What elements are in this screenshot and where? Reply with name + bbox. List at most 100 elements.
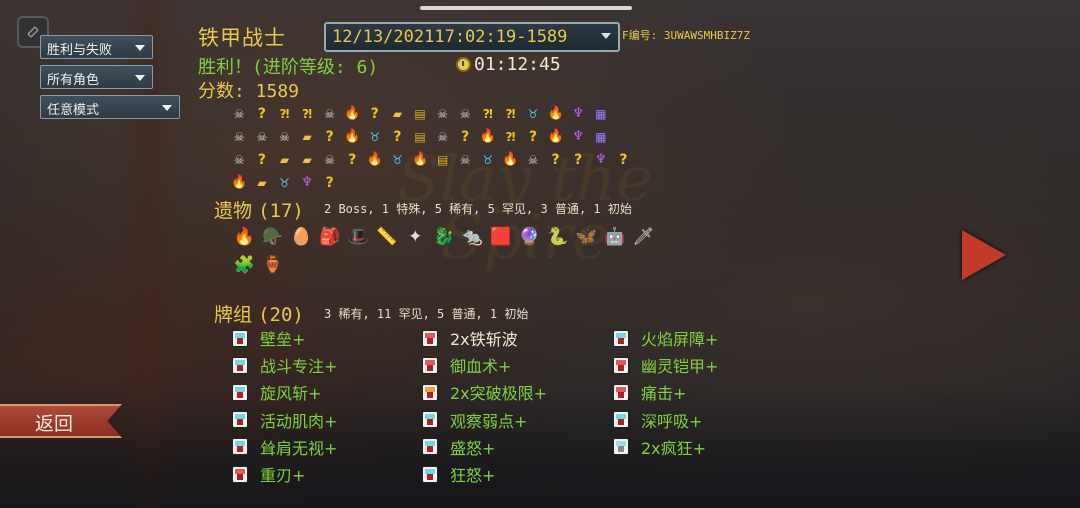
- map-node-boss-icon[interactable]: ♆: [296, 172, 319, 194]
- deck-card[interactable]: 战斗专注+: [232, 353, 337, 377]
- map-node-unknown-monster-icon[interactable]: ⁈: [477, 103, 500, 125]
- map-node-monster-icon[interactable]: ☠: [431, 126, 454, 148]
- map-node-unknown-icon[interactable]: ?: [454, 126, 477, 148]
- relic-icon[interactable]: 🏺: [259, 251, 288, 279]
- relic-icon[interactable]: 🤖: [601, 223, 630, 251]
- map-node-unknown-monster-icon[interactable]: ⁈: [273, 103, 296, 125]
- relic-icon[interactable]: 🔥: [230, 223, 259, 251]
- map-node-elite-icon[interactable]: ♉: [386, 149, 409, 171]
- map-node-unknown-monster-icon[interactable]: ⁈: [499, 103, 522, 125]
- back-button-label[interactable]: 返回: [35, 409, 73, 436]
- map-node-unknown-icon[interactable]: ?: [251, 103, 274, 125]
- map-node-unknown-icon[interactable]: ?: [612, 149, 635, 171]
- relic-icon[interactable]: 🎩: [344, 223, 373, 251]
- next-arrow-icon[interactable]: [962, 230, 1006, 280]
- relic-icon[interactable]: 🗡: [629, 223, 658, 251]
- map-node-elite-icon[interactable]: ♉: [477, 149, 500, 171]
- deck-card[interactable]: 狂怒+: [422, 462, 495, 486]
- map-node-shop-icon[interactable]: ▰: [296, 149, 319, 171]
- map-node-boss-icon[interactable]: ♆: [567, 126, 590, 148]
- map-node-monster-icon[interactable]: ☠: [522, 149, 545, 171]
- map-node-rest-icon[interactable]: 🔥: [341, 103, 364, 125]
- map-node-rest-icon[interactable]: 🔥: [477, 126, 500, 148]
- background-mountains: [0, 388, 1080, 508]
- deck-card[interactable]: 幽灵铠甲+: [613, 353, 718, 377]
- deck-card[interactable]: 活动肌肉+: [232, 408, 337, 432]
- map-node-elite-icon[interactable]: ♉: [522, 103, 545, 125]
- map-node-treasure-icon[interactable]: ▤: [409, 126, 432, 148]
- result-filter-dropdown[interactable]: 胜利与失败: [40, 35, 153, 59]
- map-node-monster-icon[interactable]: ☠: [228, 149, 251, 171]
- deck-card[interactable]: 痛击+: [613, 380, 686, 404]
- map-node-boss-icon[interactable]: ♆: [567, 103, 590, 125]
- deck-card[interactable]: 盛怒+: [422, 435, 495, 459]
- map-node-unknown-icon[interactable]: ?: [544, 149, 567, 171]
- map-node-monster-icon[interactable]: ☠: [454, 103, 477, 125]
- deck-card[interactable]: 深呼吸+: [613, 408, 702, 432]
- map-node-unknown-icon[interactable]: ?: [318, 172, 341, 194]
- map-node-rest-icon[interactable]: 🔥: [544, 103, 567, 125]
- map-node-shop-icon[interactable]: ▰: [296, 126, 319, 148]
- map-node-unknown-icon[interactable]: ?: [364, 103, 387, 125]
- relic-icon[interactable]: 🎒: [316, 223, 345, 251]
- map-node-unknown-monster-icon[interactable]: ⁈: [499, 126, 522, 148]
- map-node-unknown-icon[interactable]: ?: [386, 126, 409, 148]
- relic-icon[interactable]: 🦋: [572, 223, 601, 251]
- relic-icon[interactable]: 🟥: [487, 223, 516, 251]
- map-node-rest-icon[interactable]: 🔥: [499, 149, 522, 171]
- deck-card[interactable]: 观察弱点+: [422, 408, 527, 432]
- deck-card[interactable]: 御血术+: [422, 353, 511, 377]
- mode-filter-dropdown[interactable]: 任意模式: [40, 95, 180, 119]
- map-node-rest-icon[interactable]: 🔥: [364, 149, 387, 171]
- map-node-unknown-monster-icon[interactable]: ⁈: [296, 103, 319, 125]
- map-node-elite-icon[interactable]: ♉: [364, 126, 387, 148]
- map-node-rest-icon[interactable]: 🔥: [544, 126, 567, 148]
- deck-card[interactable]: 2x疯狂+: [613, 435, 706, 459]
- relic-icon[interactable]: 📏: [373, 223, 402, 251]
- relic-icon[interactable]: 🔮: [515, 223, 544, 251]
- map-node-treasure-icon[interactable]: ▤: [431, 149, 454, 171]
- relic-icon[interactable]: 🐀: [458, 223, 487, 251]
- deck-card[interactable]: 火焰屏障+: [613, 326, 718, 350]
- map-node-unknown-icon[interactable]: ?: [522, 126, 545, 148]
- relic-icon[interactable]: ✦: [401, 223, 430, 251]
- map-node-unknown-icon[interactable]: ?: [318, 126, 341, 148]
- map-node-monster-icon[interactable]: ☠: [228, 103, 251, 125]
- map-node-rest-icon[interactable]: 🔥: [409, 149, 432, 171]
- map-node-chest-icon[interactable]: ▦: [590, 103, 613, 125]
- relic-icon[interactable]: 🐍: [544, 223, 573, 251]
- relic-icon[interactable]: 🥚: [287, 223, 316, 251]
- deck-card[interactable]: 旋风斩+: [232, 380, 321, 404]
- relic-icon[interactable]: 🐉: [430, 223, 459, 251]
- map-node-shop-icon[interactable]: ▰: [273, 149, 296, 171]
- deck-card[interactable]: 2x铁斩波: [422, 326, 518, 350]
- map-node-rest-icon[interactable]: 🔥: [341, 126, 364, 148]
- map-node-treasure-icon[interactable]: ▤: [409, 103, 432, 125]
- map-node-monster-icon[interactable]: ☠: [431, 103, 454, 125]
- deck-card[interactable]: 壁垒+: [232, 326, 305, 350]
- deck-card[interactable]: 重刃+: [232, 462, 305, 486]
- deck-card-label: 2x疯狂+: [641, 438, 707, 458]
- map-node-shop-icon[interactable]: ▰: [251, 172, 274, 194]
- map-node-monster-icon[interactable]: ☠: [228, 126, 251, 148]
- map-node-monster-icon[interactable]: ☠: [273, 126, 296, 148]
- map-node-chest-icon[interactable]: ▦: [590, 126, 613, 148]
- deck-card[interactable]: 耸肩无视+: [232, 435, 337, 459]
- deck-card[interactable]: 2x突破极限+: [422, 380, 547, 404]
- relic-icon[interactable]: 🪖: [259, 223, 288, 251]
- map-node-rest-icon[interactable]: 🔥: [228, 172, 251, 194]
- map-node-monster-icon[interactable]: ☠: [454, 149, 477, 171]
- map-node-unknown-icon[interactable]: ?: [567, 149, 590, 171]
- map-node-monster-icon[interactable]: ☠: [318, 103, 341, 125]
- map-node-unknown-icon[interactable]: ?: [251, 149, 274, 171]
- relic-icon[interactable]: 🧩: [230, 251, 259, 279]
- map-node-elite-icon[interactable]: ♉: [273, 172, 296, 194]
- map-node-monster-icon[interactable]: ☠: [318, 149, 341, 171]
- map-node-unknown-icon[interactable]: ?: [341, 149, 364, 171]
- map-node-monster-icon[interactable]: ☠: [251, 126, 274, 148]
- run-select-dropdown[interactable]: 12/13/202117:02:19-1589: [324, 22, 620, 52]
- map-node-shop-icon[interactable]: ▰: [386, 103, 409, 125]
- character-filter-dropdown[interactable]: 所有角色: [40, 65, 153, 89]
- map-node-boss-icon[interactable]: ♆: [590, 149, 613, 171]
- attack-card-icon: [422, 356, 438, 374]
